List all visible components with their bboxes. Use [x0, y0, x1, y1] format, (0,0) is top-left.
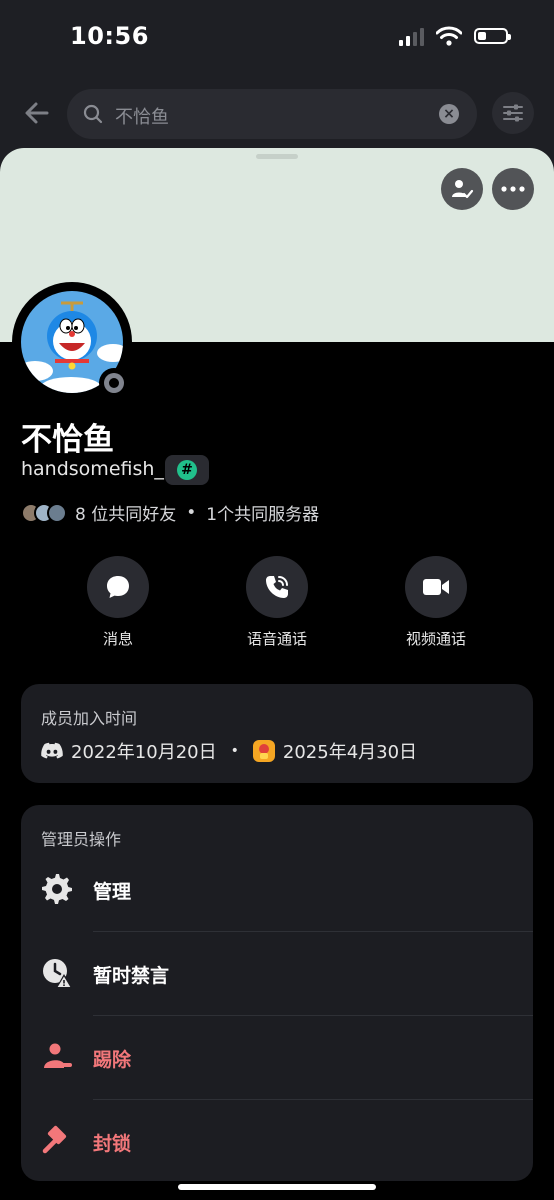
- admin-actions-card: 管理员操作 管理 暂时禁言 踢除 封锁: [21, 805, 533, 1181]
- member-since-card: 成员加入时间 2022年10月20日 • 2025年4月30日: [21, 684, 533, 783]
- voice-call-label: 语音通话: [246, 630, 307, 648]
- search-icon: [83, 104, 103, 124]
- home-indicator[interactable]: [178, 1184, 376, 1190]
- admin-ban-label: 封锁: [93, 1133, 132, 1155]
- friend-check-icon: [452, 180, 474, 199]
- message-action[interactable]: 消息: [63, 556, 173, 649]
- back-arrow-icon[interactable]: [22, 98, 52, 128]
- presence-status-icon: [99, 368, 129, 398]
- member-since-title: 成员加入时间: [41, 709, 138, 728]
- status-icons: [399, 26, 511, 46]
- search-bar[interactable]: 不恰鱼 ×: [67, 89, 477, 139]
- video-call-action[interactable]: 视频通话: [381, 556, 491, 649]
- admin-timeout-label: 暂时禁言: [93, 965, 170, 987]
- clear-search-icon[interactable]: ×: [439, 104, 459, 124]
- gear-icon: [42, 874, 72, 904]
- mutuals-row[interactable]: 8 位共同好友 • 1个共同服务器: [21, 500, 319, 525]
- video-call-label: 视频通话: [405, 630, 466, 648]
- status-time: 10:56: [70, 22, 149, 50]
- username[interactable]: handsomefish_: [21, 458, 164, 480]
- join-date-separator: •: [230, 743, 239, 759]
- video-call-button[interactable]: [405, 556, 467, 618]
- admin-manage-item[interactable]: 管理: [21, 847, 533, 931]
- display-name: 不恰鱼: [21, 422, 114, 458]
- wifi-icon: [436, 26, 462, 46]
- timeout-icon: [43, 959, 72, 988]
- more-icon: [501, 186, 525, 192]
- admin-manage-label: 管理: [93, 881, 132, 903]
- admin-kick-item[interactable]: 踢除: [21, 1015, 533, 1099]
- message-label: 消息: [102, 630, 133, 648]
- server-icon: [252, 740, 275, 762]
- admin-ban-item[interactable]: 封锁: [21, 1099, 533, 1183]
- discord-join-date: 2022年10月20日: [71, 742, 217, 763]
- server-tag-badge[interactable]: #: [165, 455, 209, 485]
- mutual-servers-count[interactable]: 1个共同服务器: [206, 500, 319, 525]
- filter-button[interactable]: [492, 92, 534, 134]
- member-since-row: 2022年10月20日 • 2025年4月30日: [41, 738, 417, 764]
- server-join-date: 2025年4月30日: [282, 742, 418, 763]
- cellular-signal-icon: [399, 26, 424, 46]
- sheet-grabber[interactable]: [256, 154, 298, 159]
- search-input[interactable]: 不恰鱼: [115, 103, 169, 129]
- hashtag-icon: #: [177, 460, 197, 480]
- battery-icon: [474, 28, 511, 44]
- admin-kick-label: 踢除: [93, 1049, 132, 1071]
- phone-icon: [266, 576, 288, 598]
- discord-logo-icon: [41, 742, 63, 759]
- sliders-icon: [503, 104, 523, 122]
- admin-timeout-item[interactable]: 暂时禁言: [21, 931, 533, 1015]
- mutual-friend-avatars: [21, 502, 67, 523]
- mutual-friends-count[interactable]: 8 位共同好友: [75, 500, 176, 525]
- message-icon: [107, 576, 129, 598]
- kick-icon: [44, 1043, 72, 1068]
- voice-call-button[interactable]: [246, 556, 308, 618]
- video-icon: [423, 579, 449, 595]
- voice-call-action[interactable]: 语音通话: [222, 556, 332, 649]
- mutuals-separator: •: [186, 502, 197, 523]
- add-friend-button[interactable]: [441, 168, 483, 210]
- more-options-button[interactable]: [492, 168, 534, 210]
- message-button[interactable]: [87, 556, 149, 618]
- ban-hammer-icon: [42, 1125, 67, 1154]
